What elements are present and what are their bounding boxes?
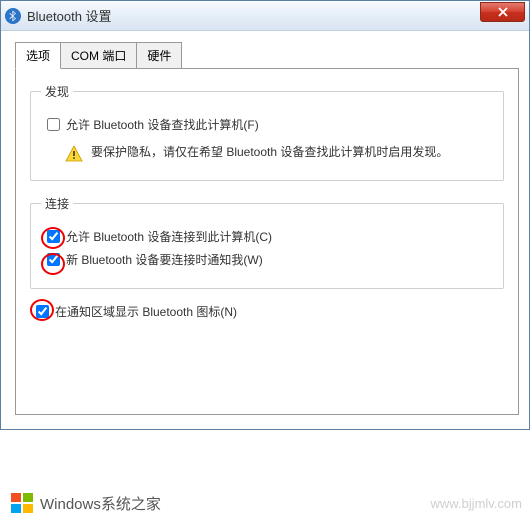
bluetooth-settings-window: Bluetooth 设置 选项 COM 端口 硬件 发现 允许 Bluetoot… [0,0,530,430]
tab-strip: 选项 COM 端口 硬件 [15,41,519,69]
tab-hardware[interactable]: 硬件 [136,42,182,69]
watermark: Windows系统之家 www.bjjmlv.com [0,491,532,515]
discovery-legend: 发现 [41,83,73,100]
content-area: 选项 COM 端口 硬件 发现 允许 Bluetooth 设备查找此计算机(F) [1,31,529,429]
watermark-logo: Windows系统之家 [10,491,161,515]
tray-icon-checkbox[interactable] [36,305,49,318]
watermark-brand: Windows系统之家 [40,493,161,514]
allow-connect-checkbox[interactable] [47,230,60,243]
connection-group: 连接 允许 Bluetooth 设备连接到此计算机(C) 新 Bluetooth… [30,195,504,289]
options-panel: 发现 允许 Bluetooth 设备查找此计算机(F) 要保护隐私，请仅在希望 … [15,69,519,415]
tab-com-ports[interactable]: COM 端口 [60,42,137,69]
bluetooth-icon [5,8,21,24]
close-button[interactable] [480,2,525,22]
window-title: Bluetooth 设置 [27,6,112,25]
warning-icon [65,145,83,166]
discovery-warning-row: 要保护隐私，请仅在希望 Bluetooth 设备查找此计算机时启用发现。 [65,143,493,166]
allow-connect-label: 允许 Bluetooth 设备连接到此计算机(C) [66,228,272,245]
allow-discover-label: 允许 Bluetooth 设备查找此计算机(F) [66,116,259,133]
tab-options[interactable]: 选项 [15,42,61,69]
watermark-url: www.bjjmlv.com [431,496,523,511]
allow-discover-checkbox[interactable] [47,118,60,131]
notify-connect-checkbox[interactable] [47,253,60,266]
windows-logo-icon [10,491,34,515]
notify-connect-label: 新 Bluetooth 设备要连接时通知我(W) [66,251,263,268]
discovery-group: 发现 允许 Bluetooth 设备查找此计算机(F) 要保护隐私，请仅在希望 … [30,83,504,181]
tray-icon-label: 在通知区域显示 Bluetooth 图标(N) [55,303,237,320]
titlebar: Bluetooth 设置 [1,1,529,31]
discovery-warning-text: 要保护隐私，请仅在希望 Bluetooth 设备查找此计算机时启用发现。 [91,143,448,162]
connection-legend: 连接 [41,195,73,212]
